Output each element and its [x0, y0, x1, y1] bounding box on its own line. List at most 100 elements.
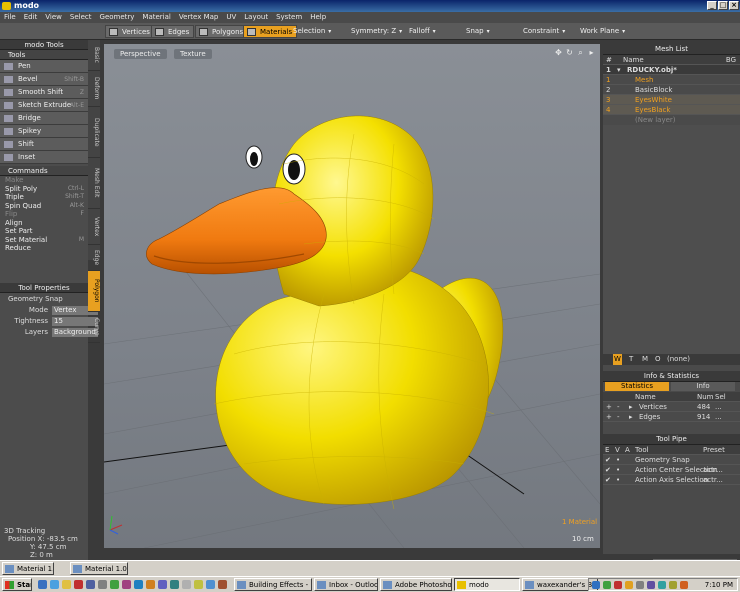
menu-help[interactable]: Help — [306, 13, 330, 21]
quicklaunch-media-icon[interactable] — [74, 580, 83, 589]
quicklaunch-desktop-icon[interactable] — [98, 580, 107, 589]
vmap-weight-tab[interactable]: W — [613, 354, 622, 365]
stat-expand-icon[interactable]: ▸ — [629, 402, 633, 412]
tab-duplicate[interactable]: Duplicate — [88, 107, 100, 158]
tool-shift[interactable]: Shift — [0, 138, 88, 151]
texture-shading-tab[interactable]: Texture — [174, 49, 212, 59]
stat-add-icon[interactable]: + — [606, 412, 612, 422]
taskbar-browser[interactable]: waxexander's Bud... — [522, 578, 598, 591]
quicklaunch-app2-icon[interactable] — [110, 580, 119, 589]
menu-layout[interactable]: Layout — [240, 13, 272, 21]
pipe-geometry-snap[interactable]: ✔ • Geometry Snap — [603, 455, 740, 465]
constraint-dropdown[interactable]: Constraint ▾ — [519, 25, 565, 38]
command-set-material[interactable]: Set Material M — [0, 236, 88, 245]
tray-app5-icon[interactable] — [680, 581, 688, 589]
viewport-options-icon[interactable]: ▸ — [587, 48, 596, 57]
expand-icon[interactable]: ▾ — [617, 65, 621, 75]
enable-check-icon[interactable]: ✔ — [605, 455, 611, 465]
menu-select[interactable]: Select — [66, 13, 96, 21]
mesh-item-eyeswhite[interactable]: 3 EyesWhite — [603, 95, 740, 105]
falloff-dropdown[interactable]: Falloff ▾ — [405, 25, 436, 38]
tray-app-icon[interactable] — [603, 581, 611, 589]
tool-pen[interactable]: Pen — [0, 60, 88, 73]
stat-remove-icon[interactable]: - — [617, 412, 620, 422]
tool-bridge[interactable]: Bridge — [0, 112, 88, 125]
tray-app3-icon[interactable] — [658, 581, 666, 589]
tray-network-icon[interactable] — [592, 581, 600, 589]
quicklaunch-app11-icon[interactable] — [218, 580, 227, 589]
menu-geometry[interactable]: Geometry — [96, 13, 139, 21]
tab-vertex[interactable]: Vertex — [88, 209, 100, 245]
quicklaunch-app4-icon[interactable] — [134, 580, 143, 589]
command-triple[interactable]: Triple Shift-T — [0, 193, 88, 202]
stat-remove-icon[interactable]: - — [617, 402, 620, 412]
maximize-button[interactable]: □ — [718, 1, 728, 10]
quicklaunch-ie-icon[interactable] — [38, 580, 47, 589]
taskbar-modo[interactable]: modo — [454, 578, 520, 591]
start-button[interactable]: Start — [2, 578, 32, 591]
command-reduce[interactable]: Reduce — [0, 244, 88, 253]
info-tab[interactable]: Info — [671, 382, 735, 391]
minimize-button[interactable]: _ — [707, 1, 717, 10]
tray-volume-icon[interactable] — [636, 581, 644, 589]
tool-smooth-shift[interactable]: Smooth Shift Z — [0, 86, 88, 99]
snap-dropdown[interactable]: Snap ▾ — [462, 25, 490, 38]
rotate-icon[interactable]: ↻ — [565, 48, 574, 57]
vmap-texture-tab[interactable]: T — [629, 354, 633, 365]
quicklaunch-app6-icon[interactable] — [158, 580, 167, 589]
tray-messenger-icon[interactable] — [625, 581, 633, 589]
command-flip[interactable]: Flip F — [0, 210, 88, 219]
edges-mode-button[interactable]: Edges — [151, 25, 195, 38]
mesh-item-mesh[interactable]: 1 Mesh — [603, 75, 740, 85]
quicklaunch-app5-icon[interactable] — [146, 580, 155, 589]
zoom-icon[interactable]: ⌕ — [576, 48, 585, 57]
taskbar-outlook[interactable]: Inbox - Outlook Ex... — [314, 578, 378, 591]
tab-basic[interactable]: Basic — [88, 40, 100, 71]
taskbar-material-2[interactable]: Material 1.0 — [70, 562, 128, 575]
quicklaunch-app3-icon[interactable] — [122, 580, 131, 589]
tray-app2-icon[interactable] — [647, 581, 655, 589]
tray-antivirus-icon[interactable] — [614, 581, 622, 589]
command-align[interactable]: Align — [0, 219, 88, 228]
quicklaunch-app7-icon[interactable] — [170, 580, 179, 589]
mesh-item-basicblock[interactable]: 2 BasicBlock — [603, 85, 740, 95]
mesh-item-eyesblack[interactable]: 4 EyesBlack — [603, 105, 740, 115]
vmap-morph-tab[interactable]: M — [642, 354, 648, 365]
stat-add-icon[interactable]: + — [606, 402, 612, 412]
tab-polygon[interactable]: Polygon — [88, 271, 100, 312]
tray-app4-icon[interactable] — [669, 581, 677, 589]
menu-edit[interactable]: Edit — [20, 13, 42, 21]
command-split-poly[interactable]: Split Poly Ctrl-L — [0, 185, 88, 194]
tool-bevel[interactable]: Bevel Shift-B — [0, 73, 88, 86]
taskbar-photoshop[interactable]: Adobe Photoshop — [380, 578, 452, 591]
pipe-action-center-selection[interactable]: ✔ • Action Center Selection actr... — [603, 465, 740, 475]
close-button[interactable]: × — [729, 1, 739, 10]
enable-check-icon[interactable]: ✔ — [605, 475, 611, 485]
quicklaunch-folder-icon[interactable] — [62, 580, 71, 589]
statistics-tab[interactable]: Statistics — [605, 382, 669, 391]
tool-spikey[interactable]: Spikey — [0, 125, 88, 138]
quicklaunch-outlook-icon[interactable] — [50, 580, 59, 589]
menu-system[interactable]: System — [272, 13, 306, 21]
stat-expand-icon[interactable]: ▸ — [629, 412, 633, 422]
stat-vertices[interactable]: + - ▸ Vertices 484... — [603, 402, 740, 412]
visible-dot-icon[interactable]: • — [616, 455, 620, 465]
command-set-part[interactable]: Set Part — [0, 227, 88, 236]
visible-dot-icon[interactable]: • — [616, 465, 620, 475]
work-plane-dropdown[interactable]: Work Plane ▾ — [576, 25, 625, 38]
quicklaunch-app-icon[interactable] — [86, 580, 95, 589]
duck-model[interactable] — [146, 115, 503, 510]
menu-material[interactable]: Material — [138, 13, 174, 21]
enable-check-icon[interactable]: ✔ — [605, 465, 611, 475]
quicklaunch-app8-icon[interactable] — [182, 580, 191, 589]
vertices-mode-button[interactable]: Vertices — [105, 25, 155, 38]
menu-vertex-map[interactable]: Vertex Map — [175, 13, 223, 21]
stat-edges[interactable]: + - ▸ Edges 914... — [603, 412, 740, 422]
pipe-action-axis-selection[interactable]: ✔ • Action Axis Selection actr... — [603, 475, 740, 485]
command-make[interactable]: Make — [0, 176, 88, 185]
quicklaunch-app9-icon[interactable] — [194, 580, 203, 589]
command-spin-quad[interactable]: Spin Quad Alt-K — [0, 202, 88, 211]
3d-viewport[interactable]: Perspective Texture ✥ ↻ ⌕ ▸ 1 Material 1… — [104, 44, 600, 548]
tab-mesh-edit[interactable]: Mesh Edit — [88, 158, 100, 209]
tool-inset[interactable]: Inset — [0, 151, 88, 164]
